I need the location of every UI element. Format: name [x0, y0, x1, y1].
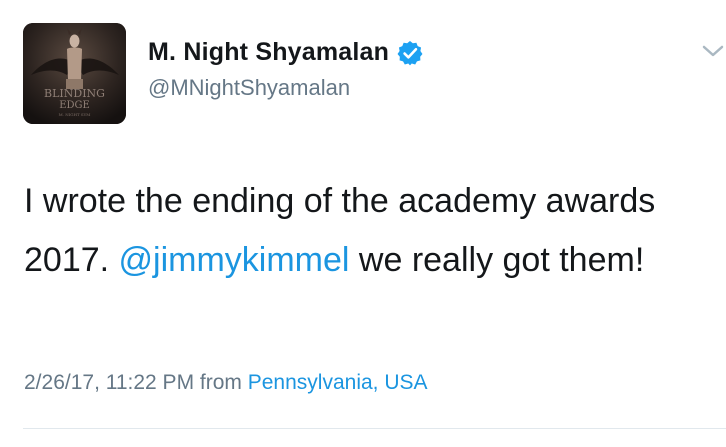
avatar-image: BLINDING EDGE M. NIGHT SYM [23, 23, 126, 124]
divider [23, 428, 726, 429]
avatar[interactable]: BLINDING EDGE M. NIGHT SYM [23, 23, 126, 124]
mention-link[interactable]: @jimmykimmel [119, 241, 350, 279]
chevron-down-icon[interactable] [700, 42, 726, 60]
display-name[interactable]: M. Night Shyamalan [148, 38, 389, 67]
from-label: from [199, 371, 242, 394]
verified-badge-icon [397, 40, 423, 66]
tweet-card: BLINDING EDGE M. NIGHT SYM M. Night Shya… [0, 0, 726, 447]
avatar-title-line3: M. NIGHT SYM [59, 112, 91, 117]
tweet-text-part2: we really got them! [349, 241, 645, 279]
author-name-row[interactable]: M. Night Shyamalan [148, 38, 423, 67]
location-link[interactable]: Pennsylvania, USA [248, 371, 428, 394]
timestamp[interactable]: 2/26/17, 11:22 PM [24, 371, 194, 394]
avatar-title-line2: EDGE [59, 100, 90, 111]
author-handle[interactable]: @MNightShyamalan [148, 75, 350, 101]
avatar-title-line1: BLINDING [44, 87, 105, 100]
tweet-text: I wrote the ending of the academy awards… [24, 172, 714, 290]
tweet-meta: 2/26/17, 11:22 PM from Pennsylvania, USA [24, 371, 428, 395]
